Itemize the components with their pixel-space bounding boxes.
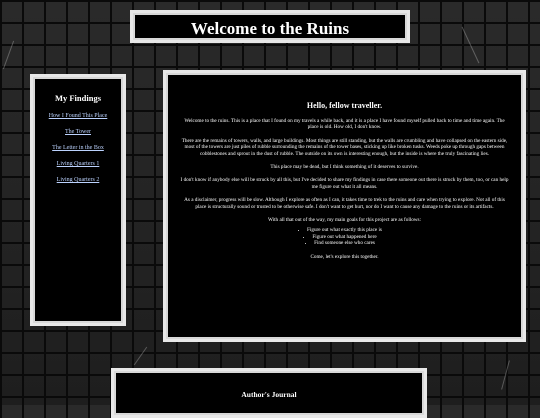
nav-item: The Letter in the Box [33, 145, 123, 151]
site-header: Welcome to the Ruins [130, 10, 410, 43]
wall-crack [501, 360, 510, 390]
nav-link-letter-in-the-box[interactable]: The Letter in the Box [52, 145, 104, 151]
description-paragraph: There are the remains of towers, walls, … [181, 137, 508, 157]
nav-link-living-quarters-2[interactable]: Living Quarters 2 [57, 177, 100, 183]
sidebar: My Findings How I Found This Place The T… [30, 74, 126, 326]
main-heading: Hello, fellow traveller. [306, 101, 383, 110]
goal-item: Find someone else who cares [314, 240, 375, 246]
main-content: Hello, fellow traveller. Welcome to the … [163, 70, 526, 342]
nav-item: How I Found This Place [33, 113, 123, 119]
wall-crack [133, 346, 148, 366]
nav-item: The Tower [33, 129, 123, 135]
wall-crack [2, 40, 15, 70]
disclaimer-paragraph: As a disclaimer, progress will be slow. … [184, 197, 505, 210]
sidebar-nav: How I Found This Place The Tower The Let… [33, 113, 123, 183]
nav-link-living-quarters-1[interactable]: Living Quarters 1 [57, 161, 100, 167]
journal-section: Author's Journal [111, 368, 427, 418]
nav-link-how-i-found-this-place[interactable]: How I Found This Place [49, 113, 108, 119]
nav-item: Living Quarters 1 [33, 161, 123, 167]
goals-intro-paragraph: With all that out of the way, my main go… [267, 217, 422, 224]
intro-paragraph: Welcome to the ruins. This is a place th… [184, 118, 505, 131]
nav-item: Living Quarters 2 [33, 177, 123, 183]
sidebar-heading: My Findings [54, 93, 102, 103]
journal-heading: Author's Journal [241, 390, 297, 399]
nav-link-the-tower[interactable]: The Tower [65, 129, 91, 135]
share-paragraph: I don't know if anybody else will be str… [180, 177, 509, 190]
wall-crack [461, 26, 480, 64]
site-title: Welcome to the Ruins [190, 19, 350, 38]
closing-paragraph: Come, let's explore this together. [310, 253, 379, 260]
survive-paragraph: This place may be dead, but I think some… [270, 164, 419, 171]
goals-list: Figure out what exactly this place is Fi… [180, 227, 509, 246]
